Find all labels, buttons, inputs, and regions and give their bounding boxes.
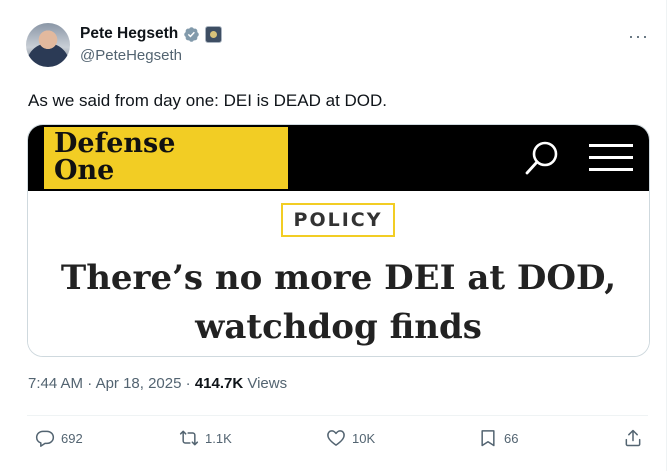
bookmark-button[interactable]: 66 <box>478 428 518 448</box>
more-horizontal-icon[interactable]: ··· <box>628 26 649 47</box>
verified-badge-icon <box>184 26 199 42</box>
share-button[interactable] <box>623 428 643 448</box>
search-icon <box>525 141 558 175</box>
tweet-meta: 7:44 AM · Apr 18, 2025 · 414.7K Views <box>28 375 287 392</box>
like-count: 10K <box>352 430 376 446</box>
logo-line-2: One <box>54 155 115 186</box>
views-count: 414.7K <box>194 375 244 392</box>
tweet-date[interactable]: Apr 18, 2025 <box>96 375 182 392</box>
views-label: Views <box>247 375 288 392</box>
repost-icon <box>179 430 199 446</box>
author-name-row: Pete Hegseth <box>80 25 223 43</box>
heart-icon <box>327 430 345 446</box>
government-affiliation-icon <box>205 25 223 43</box>
author-name[interactable]: Pete Hegseth <box>80 25 178 43</box>
link-preview-card[interactable]: Defense One POLICY There’s no more DEI a… <box>27 124 650 357</box>
reply-count: 692 <box>61 430 83 446</box>
card-headline: There’s no more DEI at DOD, watchdog fin… <box>28 254 649 352</box>
action-bar: 692 1.1K 10K 66 <box>27 422 648 458</box>
author-handle[interactable]: @PeteHegseth <box>80 47 182 64</box>
reply-button[interactable]: 692 <box>35 428 83 448</box>
headline-line-1: There’s no more DEI at DOD, <box>60 258 617 298</box>
repost-button[interactable]: 1.1K <box>179 428 232 448</box>
timeline-divider <box>666 0 667 471</box>
bookmark-icon <box>481 430 495 447</box>
headline-line-2: watchdog finds <box>195 307 482 347</box>
repost-count: 1.1K <box>205 430 232 446</box>
meta-separator: · <box>87 375 93 392</box>
reply-icon <box>35 430 55 447</box>
bookmark-count: 66 <box>504 430 519 446</box>
actions-divider <box>27 415 648 416</box>
like-button[interactable]: 10K <box>326 428 375 448</box>
tweet-text: As we said from day one: DEI is DEAD at … <box>28 91 388 110</box>
hamburger-menu-icon <box>589 144 633 171</box>
meta-separator: · <box>185 375 191 392</box>
defense-one-logo: Defense One <box>44 127 288 189</box>
card-body: POLICY There’s no more DEI at DOD, watch… <box>28 191 649 356</box>
tweet-time[interactable]: 7:44 AM <box>28 375 83 392</box>
category-tag: POLICY <box>281 203 395 237</box>
card-banner: Defense One <box>28 125 649 191</box>
share-icon <box>625 429 641 447</box>
avatar[interactable] <box>26 23 70 67</box>
logo-line-1: Defense <box>54 128 176 159</box>
